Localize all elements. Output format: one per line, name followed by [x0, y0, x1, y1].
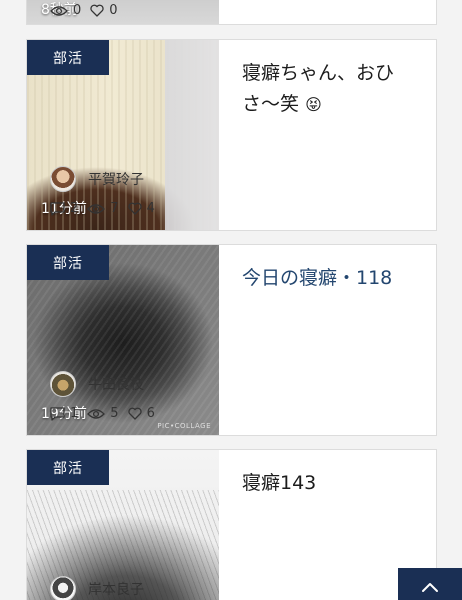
eye-icon	[50, 5, 68, 16]
avatar	[50, 576, 76, 600]
post-title[interactable]: 寝癖143	[242, 468, 418, 499]
like-count[interactable]: 4	[127, 201, 155, 216]
eye-icon	[87, 408, 106, 419]
post-card[interactable]: 部活 19分前 PIC•COLLAGE 今日の寝癖・118 牛田良枝 1 5 6	[26, 244, 437, 436]
post-title[interactable]: 今日の寝癖・118	[242, 263, 418, 294]
post-title[interactable]: 寝癖ちゃん、おひさ〜笑 😝	[242, 58, 418, 120]
comment-count[interactable]: 2	[50, 201, 78, 216]
heart-icon	[127, 202, 142, 215]
author-name: 平賀玲子	[88, 172, 144, 188]
category-badge[interactable]: 部活	[27, 40, 109, 75]
heart-icon	[127, 407, 142, 420]
category-badge[interactable]: 部活	[27, 450, 109, 485]
post-feed: 8秒前 0 0 部活 11分前 寝癖ちゃん、おひさ〜笑 😝 平賀玲子 2 7 4…	[0, 0, 462, 600]
author-name: 岸本良子	[88, 582, 144, 598]
like-count[interactable]: 0	[90, 3, 118, 18]
scroll-to-top-button[interactable]	[398, 568, 462, 600]
post-card[interactable]: 部活 11分前 寝癖ちゃん、おひさ〜笑 😝 平賀玲子 2 7 4	[26, 39, 437, 231]
avatar	[50, 166, 76, 192]
view-count: 7	[87, 201, 119, 216]
post-card[interactable]: 部活 寝癖143 岸本良子	[26, 449, 437, 600]
post-card[interactable]: 8秒前 0 0	[26, 0, 437, 25]
comment-icon	[50, 406, 65, 421]
post-author[interactable]: 牛田良枝	[50, 371, 144, 397]
squinting-tongue-emoji: 😝	[305, 95, 322, 114]
post-stats: 2 7 4	[50, 201, 164, 216]
eye-icon	[87, 203, 106, 214]
view-count: 5	[87, 406, 119, 421]
comment-icon	[50, 201, 65, 216]
post-stats: 0 0	[50, 3, 127, 18]
like-count[interactable]: 6	[127, 406, 155, 421]
category-badge[interactable]: 部活	[27, 245, 109, 280]
view-count: 0	[50, 3, 81, 18]
post-author[interactable]: 岸本良子	[50, 576, 144, 600]
post-author[interactable]: 平賀玲子	[50, 166, 144, 192]
comment-count[interactable]: 1	[50, 406, 78, 421]
heart-icon	[90, 4, 104, 17]
post-stats: 1 5 6	[50, 406, 164, 421]
chevron-up-icon	[422, 583, 438, 592]
avatar	[50, 371, 76, 397]
pic-collage-watermark: PIC•COLLAGE	[157, 422, 211, 430]
author-name: 牛田良枝	[88, 377, 144, 393]
